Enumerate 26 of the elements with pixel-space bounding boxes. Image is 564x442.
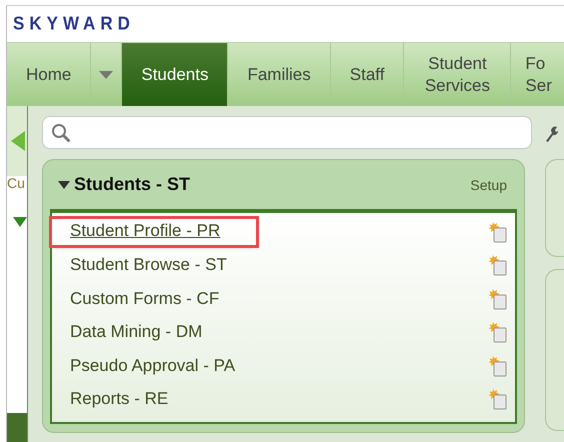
page-burst-icon[interactable] — [487, 254, 507, 276]
nav-tab[interactable]: Students — [122, 43, 228, 106]
page-burst-icon[interactable] — [487, 220, 507, 243]
side-bar-block — [7, 413, 27, 442]
expand-triangle-icon[interactable] — [13, 217, 27, 227]
page-burst-icon[interactable] — [487, 388, 507, 410]
search-field[interactable] — [42, 116, 532, 149]
page-burst-icon[interactable] — [487, 288, 507, 310]
wrench-icon[interactable] — [544, 124, 558, 142]
column-label: Cu — [7, 175, 26, 191]
menu-link[interactable]: Custom Forms - CF — [68, 286, 222, 311]
page-burst-icon[interactable] — [487, 354, 507, 377]
setup-link[interactable]: Setup — [470, 176, 507, 192]
menu-link[interactable]: Reports - RE — [68, 387, 170, 412]
card-title: Students - ST — [74, 174, 190, 195]
search-icon — [51, 122, 71, 142]
menu-link[interactable]: Student Profile - PR — [52, 218, 256, 245]
logo: SKYWARD — [13, 13, 135, 35]
nav-tab[interactable]: Fo Ser — [511, 43, 552, 106]
page-burst-icon[interactable] — [487, 321, 507, 344]
collapse-triangle-icon[interactable] — [58, 180, 70, 188]
caret-icon — [99, 70, 114, 78]
left-arrow-icon[interactable] — [11, 131, 25, 151]
menu-link[interactable]: Data Mining - DM — [68, 320, 204, 344]
menu-link[interactable]: Pseudo Approval - PA — [68, 354, 238, 378]
menu-link[interactable]: Student Browse - ST — [68, 253, 229, 278]
